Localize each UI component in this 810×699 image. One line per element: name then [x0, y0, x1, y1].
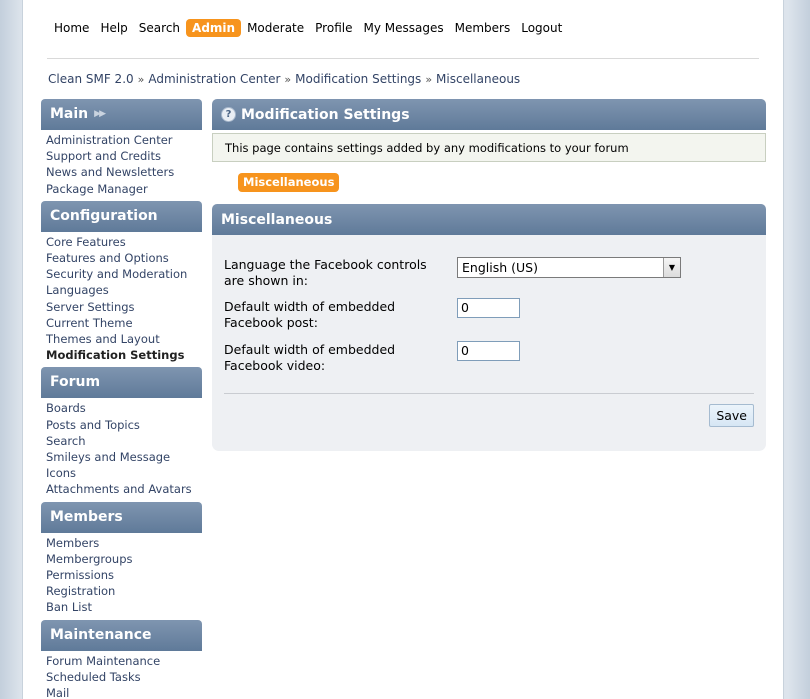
menu-home[interactable]: Home	[49, 18, 94, 38]
sidebar-item-server-settings[interactable]: Server Settings	[46, 299, 197, 315]
menu-profile[interactable]: Profile	[310, 18, 357, 38]
sidebar-item-languages[interactable]: Languages	[46, 282, 197, 298]
breadcrumb-separator: »	[137, 73, 145, 86]
sidebar-item-forum-maintenance[interactable]: Forum Maintenance	[46, 653, 197, 669]
sidebar-item-administration-center[interactable]: Administration Center	[46, 132, 197, 148]
sidebar-list-configuration: Core Features Features and Options Secur…	[41, 232, 202, 368]
sidebar-item-support-and-credits[interactable]: Support and Credits	[46, 148, 197, 164]
form-divider	[224, 393, 754, 394]
post-width-setting-label: Default width of embedded Facebook post:	[224, 299, 454, 331]
sidebar-item-smileys-and-message-icons[interactable]: Smileys and Message Icons	[46, 449, 176, 481]
post-width-label-line-2: Facebook post:	[224, 315, 318, 330]
sidebar-item-package-manager[interactable]: Package Manager	[46, 181, 197, 197]
sidebar-item-registration[interactable]: Registration	[46, 583, 197, 599]
settings-form: Language the Facebook controls are shown…	[212, 235, 766, 451]
page-description: This page contains settings added by any…	[212, 133, 766, 162]
menu-logout[interactable]: Logout	[516, 18, 567, 38]
breadcrumb-admin-center[interactable]: Administration Center	[148, 72, 280, 86]
sidebar-header-configuration[interactable]: Configuration	[41, 200, 202, 232]
tab-miscellaneous[interactable]: Miscellaneous	[238, 173, 340, 192]
sidebar-header-label: Forum	[50, 374, 101, 391]
double-chevron-right-icon[interactable]: ▶▶	[94, 106, 106, 123]
sidebar-item-features-and-options[interactable]: Features and Options	[46, 250, 197, 266]
menu-members[interactable]: Members	[450, 18, 516, 38]
sidebar-item-members[interactable]: Members	[46, 535, 197, 551]
video-width-label-line-2: Facebook video:	[224, 358, 326, 373]
language-label-line-2: are shown in:	[224, 273, 308, 288]
page-title-bar: ? Modification Settings	[212, 99, 766, 130]
sidebar-header-label: Members	[50, 508, 123, 525]
sidebar-list-members: Members Membergroups Permissions Registr…	[41, 533, 202, 620]
sidebar-header-forum[interactable]: Forum	[41, 367, 202, 399]
sidebar-header-label: Maintenance	[50, 626, 152, 643]
video-width-input[interactable]: 0	[457, 341, 520, 361]
breadcrumb-miscellaneous[interactable]: Miscellaneous	[436, 72, 520, 86]
sidebar-item-security-and-moderation[interactable]: Security and Moderation	[46, 266, 197, 282]
main-content: ? Modification Settings This page contai…	[212, 99, 766, 451]
sidebar-item-current-theme[interactable]: Current Theme	[46, 315, 197, 331]
breadcrumb-separator: »	[284, 73, 292, 86]
sidebar-item-search[interactable]: Search	[46, 433, 197, 449]
sidebar-item-permissions[interactable]: Permissions	[46, 567, 197, 583]
menu-search[interactable]: Search	[134, 18, 185, 38]
video-width-label-line-1: Default width of embedded	[224, 342, 396, 357]
language-select[interactable]: English (US) ▼	[457, 257, 681, 278]
sidebar-item-modification-settings[interactable]: Modification Settings	[46, 347, 197, 363]
help-icon[interactable]: ?	[221, 107, 236, 122]
admin-sidebar: Main ▶▶ Administration Center Support an…	[41, 99, 202, 699]
sidebar-item-posts-and-topics[interactable]: Posts and Topics	[46, 417, 197, 433]
breadcrumb: Clean SMF 2.0» Administration Center» Modi…	[48, 72, 520, 86]
sidebar-item-core-features[interactable]: Core Features	[46, 234, 197, 250]
sidebar-list-forum: Boards Posts and Topics Search Smileys a…	[41, 398, 202, 501]
sidebar-header-label: Main	[50, 106, 89, 122]
menu-divider	[47, 58, 759, 59]
language-select-value: English (US)	[462, 260, 538, 275]
save-button[interactable]: Save	[709, 404, 754, 427]
sidebar-item-mail[interactable]: Mail	[46, 685, 197, 699]
sidebar-header-label: Configuration	[50, 207, 158, 224]
menu-moderate[interactable]: Moderate	[242, 18, 309, 38]
menu-my-messages[interactable]: My Messages	[358, 18, 448, 38]
tab-bar: Miscellaneous	[212, 162, 766, 204]
sidebar-header-members[interactable]: Members	[41, 501, 202, 533]
sidebar-list-main: Administration Center Support and Credit…	[41, 130, 202, 201]
sidebar-header-main[interactable]: Main ▶▶	[41, 99, 202, 130]
top-menu: Home Help Search Admin Moderate Profile …	[49, 17, 568, 39]
menu-admin[interactable]: Admin	[186, 19, 242, 37]
section-title-bar: Miscellaneous	[212, 204, 766, 235]
sidebar-item-news-and-newsletters[interactable]: News and Newsletters	[46, 164, 197, 180]
sidebar-header-maintenance[interactable]: Maintenance	[41, 619, 202, 651]
video-width-setting-label: Default width of embedded Facebook video…	[224, 342, 454, 374]
sidebar-item-attachments-and-avatars[interactable]: Attachments and Avatars	[46, 481, 197, 497]
sidebar-item-themes-and-layout[interactable]: Themes and Layout	[46, 331, 197, 347]
page-container: Home Help Search Admin Moderate Profile …	[22, 0, 784, 699]
sidebar-item-boards[interactable]: Boards	[46, 400, 197, 416]
menu-help[interactable]: Help	[95, 18, 132, 38]
breadcrumb-forum[interactable]: Clean SMF 2.0	[48, 72, 134, 86]
language-label-line-1: Language the Facebook controls	[224, 257, 427, 272]
breadcrumb-modification-settings[interactable]: Modification Settings	[295, 72, 421, 86]
chevron-down-icon[interactable]: ▼	[663, 258, 680, 277]
post-width-input[interactable]: 0	[457, 298, 520, 318]
section-title: Miscellaneous	[221, 211, 333, 228]
post-width-label-line-1: Default width of embedded	[224, 299, 396, 314]
language-setting-label: Language the Facebook controls are shown…	[224, 257, 454, 289]
sidebar-item-membergroups[interactable]: Membergroups	[46, 551, 197, 567]
sidebar-item-ban-list[interactable]: Ban List	[46, 599, 197, 615]
page-title: Modification Settings	[241, 106, 410, 123]
breadcrumb-separator: »	[425, 73, 433, 86]
sidebar-item-scheduled-tasks[interactable]: Scheduled Tasks	[46, 669, 197, 685]
sidebar-list-maintenance: Forum Maintenance Scheduled Tasks Mail	[41, 651, 202, 699]
